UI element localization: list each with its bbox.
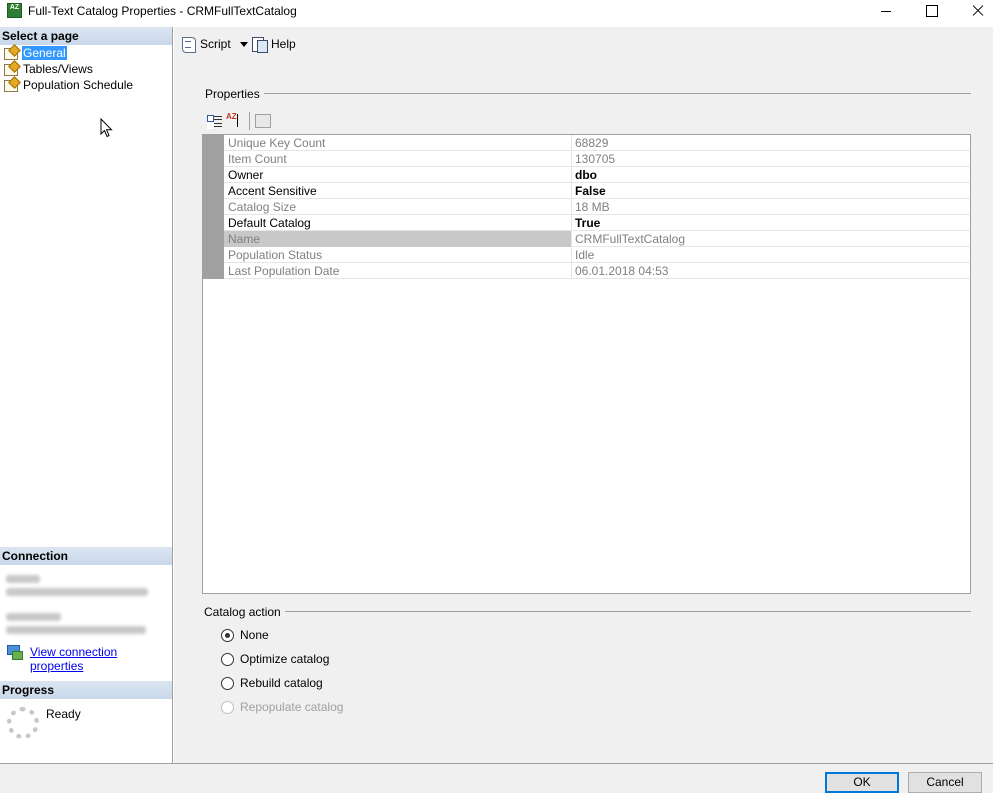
property-name: Unique Key Count bbox=[228, 136, 326, 150]
divider bbox=[254, 93, 971, 94]
help-button[interactable]: Help bbox=[251, 35, 296, 53]
property-row[interactable]: Population Status Idle bbox=[224, 247, 970, 263]
left-panel: Select a page General Tables/Views Popul… bbox=[0, 27, 173, 763]
radio-rebuild-catalog[interactable]: Rebuild catalog bbox=[221, 675, 323, 691]
main-area: Script Help Properties AZ Unique Key Cou… bbox=[174, 27, 993, 763]
radio-button[interactable] bbox=[221, 652, 234, 666]
window-title: Full-Text Catalog Properties - CRMFullTe… bbox=[28, 4, 297, 18]
app-icon: AZ bbox=[7, 3, 22, 18]
property-name: Owner bbox=[228, 168, 264, 182]
alphabetical-sort-text: AZ bbox=[226, 112, 237, 121]
property-row[interactable]: Last Population Date 06.01.2018 04:53 bbox=[224, 263, 970, 279]
property-row[interactable]: Default Catalog True bbox=[224, 215, 970, 231]
radio-repopulate-catalog: Repopulate catalog bbox=[221, 699, 343, 715]
property-name: Accent Sensitive bbox=[228, 184, 317, 198]
ok-button[interactable]: OK bbox=[825, 772, 899, 793]
alphabetical-sort-icon[interactable]: AZ bbox=[226, 113, 244, 129]
property-row[interactable]: Owner dbo bbox=[224, 167, 970, 183]
property-name: Catalog Size bbox=[228, 200, 297, 214]
minimize-button[interactable] bbox=[862, 0, 908, 24]
progress-spinner-icon bbox=[7, 707, 39, 739]
property-pages-icon[interactable] bbox=[255, 114, 271, 128]
script-label: Script bbox=[200, 37, 231, 51]
properties-group-label: Properties bbox=[205, 87, 264, 101]
connection-header: Connection bbox=[0, 547, 172, 565]
property-row[interactable]: Unique Key Count 68829 bbox=[224, 135, 970, 151]
radio-button[interactable] bbox=[221, 628, 234, 642]
property-value: 68829 bbox=[575, 136, 609, 150]
property-name: Item Count bbox=[228, 152, 287, 166]
view-connection-properties-link[interactable]: View connection properties bbox=[30, 645, 172, 673]
property-grid-toolbar: AZ bbox=[205, 111, 271, 131]
radio-label: Repopulate catalog bbox=[240, 700, 344, 714]
radio-label: None bbox=[240, 628, 269, 642]
title-bar: AZ Full-Text Catalog Properties - CRMFul… bbox=[0, 0, 993, 24]
radio-label: Optimize catalog bbox=[240, 652, 330, 666]
property-value: Idle bbox=[575, 248, 595, 262]
radio-label: Rebuild catalog bbox=[240, 676, 323, 690]
property-value: True bbox=[575, 216, 601, 230]
redacted-text bbox=[6, 626, 146, 634]
selected-name-cell bbox=[224, 231, 571, 247]
progress-header: Progress bbox=[0, 681, 172, 699]
property-value: dbo bbox=[575, 168, 597, 182]
property-value: CRMFullTextCatalog bbox=[575, 232, 686, 246]
property-value: 06.01.2018 04:53 bbox=[575, 264, 669, 278]
close-button[interactable] bbox=[954, 0, 993, 24]
progress-status: Ready bbox=[46, 707, 81, 721]
select-page-header: Select a page bbox=[0, 27, 172, 45]
page-item-general[interactable]: General bbox=[3, 45, 67, 60]
divider bbox=[278, 611, 971, 612]
property-name: Population Status bbox=[228, 248, 323, 262]
property-grid-margin bbox=[203, 135, 224, 279]
categorized-view-icon[interactable] bbox=[205, 113, 223, 129]
property-row[interactable]: Item Count 130705 bbox=[224, 151, 970, 167]
property-name: Name bbox=[228, 232, 261, 246]
page-item-label: Population Schedule bbox=[23, 77, 134, 92]
help-icon bbox=[251, 36, 268, 53]
property-grid[interactable]: Unique Key Count 68829 Item Count 130705… bbox=[202, 134, 971, 594]
divider bbox=[249, 112, 250, 130]
page-item-tables-views[interactable]: Tables/Views bbox=[3, 61, 94, 76]
property-row[interactable]: Catalog Size 18 MB bbox=[224, 199, 970, 215]
redacted-text bbox=[6, 588, 148, 596]
property-row-selected[interactable]: Name CRMFullTextCatalog bbox=[224, 231, 970, 247]
radio-none[interactable]: None bbox=[221, 627, 269, 643]
app-icon-text: AZ bbox=[9, 4, 20, 11]
page-icon bbox=[3, 62, 19, 76]
page-icon bbox=[3, 78, 19, 92]
script-button[interactable]: Script bbox=[180, 35, 248, 53]
page-item-label: General bbox=[22, 45, 67, 60]
radio-button[interactable] bbox=[221, 676, 234, 690]
help-label: Help bbox=[271, 37, 296, 51]
page-item-population-schedule[interactable]: Population Schedule bbox=[3, 77, 134, 92]
property-value: 130705 bbox=[575, 152, 616, 166]
radio-optimize-catalog[interactable]: Optimize catalog bbox=[221, 651, 329, 667]
redacted-text bbox=[6, 613, 61, 621]
catalog-action-group-label: Catalog action bbox=[204, 605, 285, 619]
page-item-label: Tables/Views bbox=[23, 61, 93, 76]
toolbar: Script Help bbox=[174, 27, 993, 61]
cancel-button[interactable]: Cancel bbox=[908, 772, 982, 793]
redacted-text bbox=[6, 575, 40, 583]
property-name: Last Population Date bbox=[228, 264, 340, 278]
maximize-button[interactable] bbox=[908, 0, 954, 24]
mouse-cursor-icon bbox=[100, 118, 113, 138]
property-value: 18 MB bbox=[575, 200, 610, 214]
property-name: Default Catalog bbox=[228, 216, 311, 230]
radio-button bbox=[221, 700, 234, 714]
chevron-down-icon[interactable] bbox=[239, 41, 248, 47]
property-row[interactable]: Accent Sensitive False bbox=[224, 183, 970, 199]
connection-properties-icon bbox=[7, 645, 23, 660]
page-icon bbox=[3, 46, 19, 60]
property-value: False bbox=[575, 184, 606, 198]
script-icon bbox=[180, 36, 196, 53]
